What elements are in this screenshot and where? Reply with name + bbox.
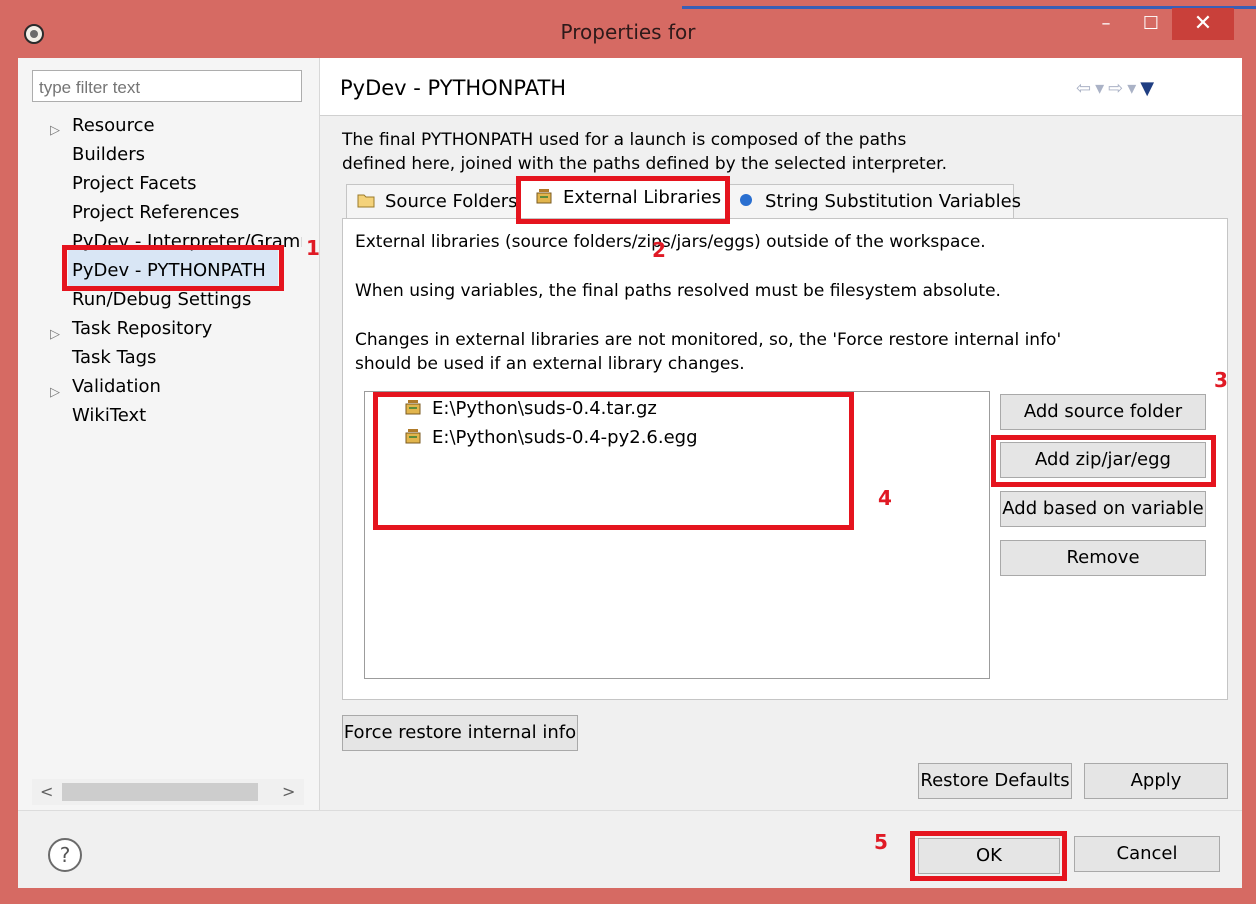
tab-source-folders[interactable]: Source Folders bbox=[346, 184, 518, 220]
info-text: External libraries (source folders/zips/… bbox=[355, 232, 986, 252]
annotation-box-2 bbox=[516, 176, 730, 224]
maximize-button[interactable]: ☐ bbox=[1130, 8, 1172, 40]
annotation-number: 3 bbox=[1214, 368, 1228, 392]
annotation-box-4 bbox=[373, 392, 854, 530]
cancel-button[interactable]: Cancel bbox=[1074, 836, 1220, 872]
tree-item-project-facets[interactable]: Project Facets bbox=[72, 173, 196, 194]
tab-label: Source Folders bbox=[385, 191, 518, 212]
minimize-button[interactable]: – bbox=[1086, 8, 1126, 40]
restore-defaults-button[interactable]: Restore Defaults bbox=[918, 763, 1072, 799]
tree-item-project-references[interactable]: Project References bbox=[72, 202, 239, 223]
scroll-right-icon[interactable]: > bbox=[282, 782, 295, 801]
annotation-box-5 bbox=[910, 831, 1067, 881]
expand-arrow-icon[interactable]: ▷ bbox=[50, 123, 60, 138]
description-line: defined here, joined with the paths defi… bbox=[342, 154, 948, 174]
view-menu-icon[interactable]: ▼ bbox=[1140, 78, 1158, 99]
window-title: Properties for bbox=[560, 20, 696, 44]
info-text: should be used if an external library ch… bbox=[355, 354, 745, 374]
page-navigation: ⇦▾⇨▾▼ bbox=[1076, 78, 1158, 99]
tree-item-resource[interactable]: Resource bbox=[72, 115, 155, 136]
tree-item-validation[interactable]: Validation bbox=[72, 376, 161, 397]
info-text: Changes in external libraries are not mo… bbox=[355, 330, 1062, 350]
forward-icon[interactable]: ⇨ bbox=[1108, 78, 1127, 99]
tree-item-wikitext[interactable]: WikiText bbox=[72, 405, 146, 426]
help-icon[interactable]: ? bbox=[48, 838, 82, 872]
annotation-box-3 bbox=[991, 435, 1216, 487]
annotation-number: 5 bbox=[874, 830, 888, 854]
window-frame-right bbox=[1242, 58, 1256, 904]
expand-arrow-icon[interactable]: ▷ bbox=[50, 385, 60, 400]
blue-dot-icon bbox=[740, 194, 752, 206]
remove-button[interactable]: Remove bbox=[1000, 540, 1206, 576]
annotation-number: 4 bbox=[878, 486, 892, 510]
annotation-number: 2 bbox=[652, 238, 666, 262]
description-line: The final PYTHONPATH used for a launch i… bbox=[342, 130, 907, 150]
tab-label: String Substitution Variables bbox=[765, 191, 1022, 212]
add-source-folder-button[interactable]: Add source folder bbox=[1000, 394, 1206, 430]
expand-arrow-icon[interactable]: ▷ bbox=[50, 327, 60, 342]
window-frame-left bbox=[0, 58, 18, 904]
category-tree-pane bbox=[18, 58, 320, 810]
info-text: When using variables, the final paths re… bbox=[355, 281, 1001, 301]
annotation-box-1 bbox=[62, 245, 284, 291]
tree-item-task-tags[interactable]: Task Tags bbox=[72, 347, 156, 368]
filter-input[interactable] bbox=[32, 70, 302, 102]
tree-item-task-repository[interactable]: Task Repository bbox=[72, 318, 212, 339]
back-menu-icon[interactable]: ▾ bbox=[1095, 78, 1108, 99]
back-icon[interactable]: ⇦ bbox=[1076, 78, 1095, 99]
close-button[interactable]: ✕ bbox=[1172, 8, 1234, 40]
tree-item-builders[interactable]: Builders bbox=[72, 144, 145, 165]
tree-item-run-debug-settings[interactable]: Run/Debug Settings bbox=[72, 289, 251, 310]
page-title: PyDev - PYTHONPATH bbox=[340, 76, 567, 100]
add-based-on-variable-button[interactable]: Add based on variable bbox=[1000, 491, 1206, 527]
folder-icon bbox=[357, 194, 375, 208]
force-restore-button[interactable]: Force restore internal info bbox=[342, 715, 578, 751]
apply-button[interactable]: Apply bbox=[1084, 763, 1228, 799]
forward-menu-icon[interactable]: ▾ bbox=[1127, 78, 1140, 99]
scroll-left-icon[interactable]: < bbox=[40, 782, 53, 801]
annotation-number: 1 bbox=[306, 236, 320, 260]
window-frame-bottom bbox=[0, 888, 1256, 904]
page-description: The final PYTHONPATH used for a launch i… bbox=[342, 128, 947, 176]
scrollbar-thumb[interactable] bbox=[62, 783, 258, 801]
tab-string-substitution[interactable]: String Substitution Variables bbox=[728, 184, 1021, 220]
